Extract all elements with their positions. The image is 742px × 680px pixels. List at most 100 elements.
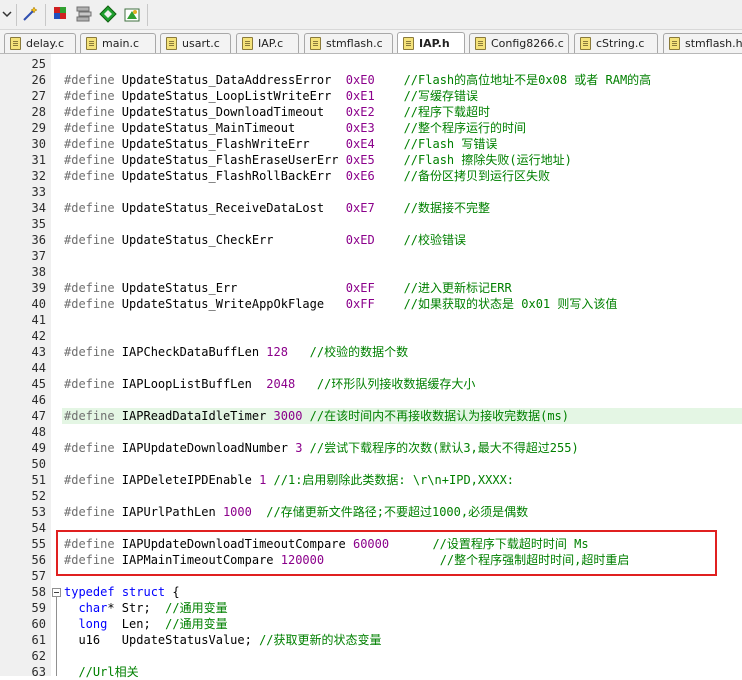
code-line[interactable]: #define IAPReadDataIdleTimer 3000 //在该时间… [64,408,569,424]
code-line[interactable]: #define IAPCheckDataBuffLen 128 //校验的数据个… [64,344,408,360]
toolbar-separator [16,4,17,26]
line-number: 49 [31,441,46,455]
fold-collapse-icon[interactable] [52,588,61,597]
code-line[interactable]: #define UpdateStatus_FlashWriteErr 0xE4 … [64,136,497,152]
h-file-icon [403,37,414,50]
code-token: 3000 [273,409,303,423]
code-token: 0xE3 [345,121,375,135]
code-token: 1000 [222,505,252,519]
code-token: 0xE7 [345,201,375,215]
batch-build-icon[interactable] [74,4,94,24]
code-token: //存储更新文件路径;不要超过1000,必须是偶数 [251,505,529,519]
code-token: #define [64,473,122,487]
code-line[interactable]: #define UpdateStatus_FlashEraseUserErr 0… [64,152,572,168]
code-line[interactable]: #define UpdateStatus_DataAddressError 0x… [64,72,651,88]
code-editor[interactable]: 25 26 27 28 29 30 31 32 33 34 35 36 37 38 39 40 41 42 43 44… [0,54,742,679]
line-number: 40 [31,297,46,311]
line-number: 57 [31,569,46,583]
code-line[interactable]: #define UpdateStatus_MainTimeout 0xE3 //… [64,120,526,136]
tab-iap-h[interactable]: IAP.h [397,32,465,53]
tab-iap-c[interactable]: IAP.c [236,33,299,53]
code-line[interactable]: #define UpdateStatus_ReceiveDataLost 0xE… [64,200,490,216]
magic-wand-icon[interactable] [20,4,40,24]
code-token: #define [64,201,122,215]
tab-stmflash-h[interactable]: stmflash.h [663,33,742,53]
line-number: 41 [31,313,46,327]
code-token: IAPReadDataIdleTimer [121,409,274,423]
code-line[interactable]: #define UpdateStatus_FlashRollBackErr 0x… [64,168,550,184]
line-number: 27 [31,89,46,103]
tab-config8266-c[interactable]: Config8266.c [469,33,569,53]
code-line[interactable]: #define IAPDeleteIPDEnable 1 //1:启用剔除此类数… [64,472,514,488]
code-line[interactable]: #define UpdateStatus_Err 0xEF //进入更新标记ER… [64,280,512,296]
code-token: #define [64,409,122,423]
code-token: { [165,585,180,599]
line-number: 60 [31,617,46,631]
code-line[interactable]: u16 UpdateStatusValue; //获取更新的状态变量 [64,632,382,648]
code-line[interactable]: typedef struct { [64,584,180,600]
code-token: //数据接不完整 [374,201,491,215]
code-token: IAPUrlPathLen [121,505,223,519]
tab-delay-c[interactable]: delay.c [4,33,76,53]
code-token: //Url相关 [64,665,139,679]
code-token: #define [64,169,122,183]
highlight-annotation-box [56,530,717,576]
download-flash-icon[interactable] [50,4,70,24]
code-token: char [78,601,108,615]
line-number: 26 [31,73,46,87]
code-token: //环形队列接收数据缓存大小 [295,377,476,391]
green-diamond-icon[interactable] [98,4,118,24]
line-number: 61 [31,633,46,647]
line-number: 32 [31,169,46,183]
code-line[interactable]: #define UpdateStatus_CheckErr 0xED //校验错… [64,232,466,248]
code-token: UpdateStatus_ReceiveDataLost [121,201,346,215]
code-token: Len; [107,617,166,631]
code-token: #define [64,89,122,103]
h-file-icon [669,37,680,50]
file-tab-bar: delay.c main.c usart.c IAP.c stmflash.c … [0,30,742,54]
manage-components-icon[interactable] [122,4,142,24]
tab-stmflash-c[interactable]: stmflash.c [304,33,393,53]
code-token: //写缓存错误 [374,89,479,103]
code-line[interactable]: #define UpdateStatus_DownloadTimeout 0xE… [64,104,490,120]
code-line[interactable]: #define UpdateStatus_WriteAppOkFlage 0xF… [64,296,617,312]
line-number: 36 [31,233,46,247]
code-token: #define [64,377,122,391]
code-token: long [78,617,108,631]
code-token: 0xE6 [345,169,375,183]
line-number: 44 [31,361,46,375]
c-file-icon [310,37,321,50]
tab-main-c[interactable]: main.c [80,33,156,53]
code-token: 0xED [345,233,375,247]
code-line[interactable]: #define IAPUpdateDownloadNumber 3 //尝试下载… [64,440,579,456]
code-line[interactable]: char* Str; //通用变量 [64,600,227,616]
code-token: //Flash 擦除失败(运行地址) [374,153,572,167]
code-token: UpdateStatus_FlashRollBackErr [121,169,346,183]
code-token: //获取更新的状态变量 [259,633,382,647]
line-number: 25 [31,57,46,71]
line-number: 37 [31,249,46,263]
line-number: 62 [31,649,46,663]
code-token: 0xE0 [345,73,375,87]
line-number: 43 [31,345,46,359]
code-line[interactable]: #define IAPUrlPathLen 1000 //存储更新文件路径;不要… [64,504,528,520]
line-number: 48 [31,425,46,439]
code-line[interactable]: //Url相关 [64,664,139,680]
code-token: //如果获取的状态是 0x01 则写入该值 [374,297,618,311]
code-token: 2048 [266,377,296,391]
line-number: 39 [31,281,46,295]
dropdown-arrow-icon[interactable] [0,4,14,24]
line-number: 45 [31,377,46,391]
tab-cstring-c[interactable]: cString.c [574,33,658,53]
code-token: #define [64,281,122,295]
toolbar [0,0,742,30]
code-token: IAPUpdateDownloadNumber [121,441,296,455]
line-number: 56 [31,553,46,567]
code-line[interactable]: #define IAPLoopListBuffLen 2048 //环形队列接收… [64,376,475,392]
code-line[interactable]: #define UpdateStatus_LoopListWriteErr 0x… [64,88,478,104]
tab-usart-c[interactable]: usart.c [160,33,231,53]
code-token: #define [64,153,122,167]
code-line[interactable]: long Len; //通用变量 [64,616,227,632]
fold-margin[interactable] [51,54,62,676]
